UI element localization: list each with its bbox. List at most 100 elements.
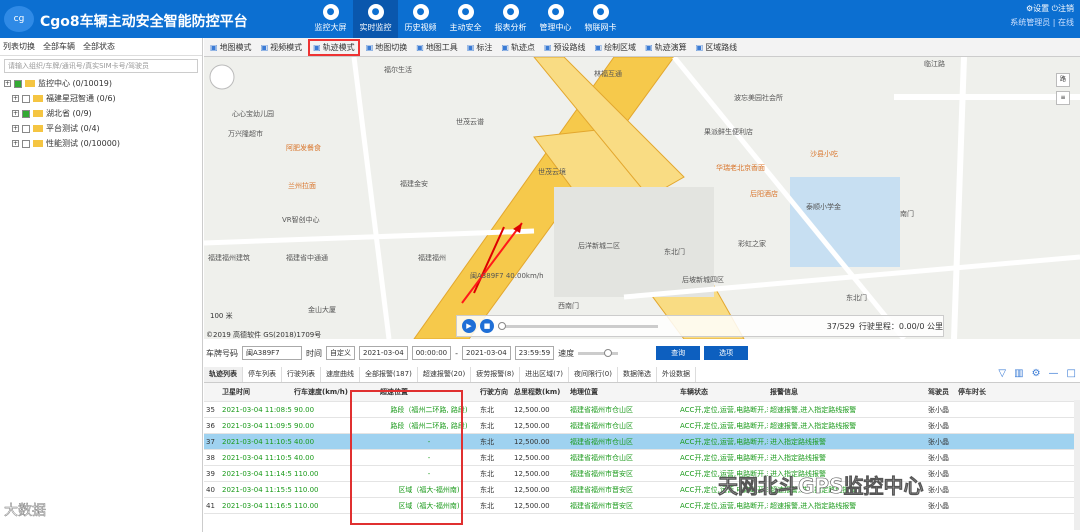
minimize-icon[interactable]: — xyxy=(1049,368,1059,379)
nav-item-4[interactable]: ● 报表分析 xyxy=(488,0,533,38)
speed-slider[interactable] xyxy=(578,348,619,357)
expand-toggle-icon[interactable]: + xyxy=(12,140,19,147)
table-cell: 35 xyxy=(206,405,215,414)
expand-toggle-icon[interactable]: + xyxy=(12,95,19,102)
tab-6[interactable]: 疲劳报警(8) xyxy=(471,367,521,382)
table-row[interactable]: 40 2021-03-04 11:15:55 110.00 区域（福大-福州南) 东北 1… xyxy=(204,482,1080,498)
nav-item-5[interactable]: ● 管理中心 xyxy=(533,0,578,38)
app-title: Cgo8车辆主动安全智能防控平台 xyxy=(40,14,248,30)
map-tool-6[interactable]: ▣ 轨迹点 xyxy=(498,41,538,54)
tab-4[interactable]: 全部报警(187) xyxy=(360,367,418,382)
tree-node[interactable]: + 福建星冠智通 (0/6) xyxy=(0,91,202,106)
tree-node-label: 湖北省 (0/9) xyxy=(46,109,92,118)
map-tool-10[interactable]: ▣ 区域路线 xyxy=(693,41,741,54)
mileage-readout: 行驶里程：0.00/0 公里 xyxy=(858,321,943,331)
map-tool-icon: ▣ xyxy=(416,42,424,52)
tree-node[interactable]: + 湖北省 (0/9) xyxy=(0,106,202,121)
plate-label: 车牌号码 xyxy=(206,348,238,358)
left-tool-0[interactable]: 列表切换 xyxy=(3,41,35,52)
expand-toggle-icon[interactable]: + xyxy=(12,125,19,132)
table-scrollbar[interactable] xyxy=(1074,400,1080,530)
map-tool-3[interactable]: ▣ 地图切换 xyxy=(363,41,411,54)
map-tool-7[interactable]: ▣ 预设路线 xyxy=(541,41,589,54)
time-mode-select[interactable]: 自定义 xyxy=(326,346,355,360)
left-tool-2[interactable]: 全部状态 xyxy=(83,41,115,52)
map-tool-5[interactable]: ▣ 标注 xyxy=(464,41,496,54)
nav-item-3[interactable]: ● 主动安全 xyxy=(443,0,488,38)
table-row[interactable]: 41 2021-03-04 11:16:55 110.00 区域（福大-福州南) 东北 1… xyxy=(204,498,1080,514)
columns-icon[interactable]: ▥ xyxy=(1014,368,1023,379)
map-tool-8[interactable]: ▣ 绘制区域 xyxy=(592,41,640,54)
tree-checkbox[interactable] xyxy=(22,94,30,103)
left-tool-1[interactable]: 全部车辆 xyxy=(43,41,75,52)
nav-label: 主动安全 xyxy=(449,23,482,32)
nav-item-2[interactable]: ● 历史视频 xyxy=(398,0,443,38)
tree-checkbox[interactable] xyxy=(22,124,30,133)
tab-7[interactable]: 进出区域(7) xyxy=(520,367,570,382)
table-row[interactable]: 36 2021-03-04 11:09:55 90.00 路段（福州二环路, 路段) 东… xyxy=(204,418,1080,434)
tab-2[interactable]: 行驶列表 xyxy=(282,367,321,382)
map-tool-9[interactable]: ▣ 轨迹演算 xyxy=(642,41,690,54)
tree-node[interactable]: + 性能测试 (0/10000) xyxy=(0,136,202,151)
map-poi-label: 福建省中通通 xyxy=(286,254,328,262)
map-tool-label: 地图工具 xyxy=(425,42,458,52)
tab-8[interactable]: 夜间限行(0) xyxy=(569,367,618,382)
road-condition-icon[interactable]: 路 xyxy=(1056,73,1070,87)
play-icon[interactable]: ▶ xyxy=(462,319,476,333)
table-row[interactable]: 39 2021-03-04 11:14:55 110.00- 东北 12,500.00 福… xyxy=(204,466,1080,482)
maximize-icon[interactable]: □ xyxy=(1067,368,1076,379)
track-table: 卫星时间 行车速度(km/h) 超速位置 行驶方向 总里程数(km) 地理位置 车辆状态 报警… xyxy=(204,383,1080,532)
tree-node[interactable]: + 监控中心 (0/10019) xyxy=(0,76,202,91)
options-button[interactable]: 选项 xyxy=(704,346,749,360)
nav-item-0[interactable]: ● 监控大屏 xyxy=(308,0,353,38)
tab-0[interactable]: 轨迹列表 xyxy=(204,367,243,382)
end-date-input[interactable]: 2021-03-04 xyxy=(462,346,511,360)
table-cell: 2021-03-04 11:10:55 xyxy=(222,437,292,446)
plate-input[interactable]: 闽A389F7 xyxy=(242,346,302,360)
table-cell: ACC开,定位,运营,电路断开,车门加锁, xyxy=(680,437,768,446)
query-button[interactable]: 查询 xyxy=(656,346,701,360)
start-time-input[interactable]: 00:00:00 xyxy=(411,346,452,360)
tab-1[interactable]: 停车列表 xyxy=(243,367,282,382)
map-poi-label: 金山大厦 xyxy=(308,306,336,314)
map-poi-label: 东北门 xyxy=(846,294,867,302)
table-cell: 12,500.00 xyxy=(514,501,550,510)
filter-icon[interactable]: ▽ xyxy=(998,368,1006,379)
expand-toggle-icon[interactable]: + xyxy=(4,80,11,87)
map-poi-label: 后洋新城二区 xyxy=(578,242,620,250)
logout-link[interactable]: 注销 xyxy=(1058,4,1074,13)
table-row[interactable]: 38 2021-03-04 11:10:55 40.00- 东北 12,500.00 福建… xyxy=(204,450,1080,466)
map-tool-1[interactable]: ▣ 视频模式 xyxy=(258,41,306,54)
playback-progress-slider[interactable] xyxy=(498,321,658,330)
table-row[interactable]: 35 2021-03-04 11:08:59 90.00 路段（福州二环路, 路段) 东… xyxy=(204,402,1080,418)
map-tool-2[interactable]: ▣ 轨迹模式 xyxy=(308,38,360,56)
nav-item-6[interactable]: ● 物联网卡 xyxy=(578,0,623,38)
map-controls: 路 ≡ xyxy=(1056,73,1070,109)
gear-icon[interactable]: ⚙ xyxy=(1032,368,1041,379)
tree-node[interactable]: + 平台测试 (0/4) xyxy=(0,121,202,136)
settings-link[interactable]: 设置 xyxy=(1033,4,1049,13)
playback-counter: 37/529 xyxy=(826,321,855,331)
nav-item-1[interactable]: ● 实时监控 xyxy=(353,0,398,38)
column-header: 卫星时间 xyxy=(222,388,250,396)
start-date-input[interactable]: 2021-03-04 xyxy=(359,346,408,360)
table-cell: 福建省福州市晋安区 xyxy=(570,501,633,510)
tree-checkbox[interactable] xyxy=(22,139,30,148)
tab-10[interactable]: 外设数据 xyxy=(657,367,696,382)
tab-5[interactable]: 超速报警(20) xyxy=(418,367,472,382)
stop-icon[interactable]: ■ xyxy=(480,319,494,333)
map-view[interactable]: 福尔生活 林福互通 临江路 心心宝幼儿园 世茂云谱 波忘美园社会所 万兴隆超市 果派鲜生便利店… xyxy=(204,57,1080,339)
table-cell: 12,500.00 xyxy=(514,469,550,478)
map-tool-4[interactable]: ▣ 地图工具 xyxy=(413,41,461,54)
tree-search-input[interactable]: 请输入组织/车牌/通讯号/真实SIM卡号/驾驶员 xyxy=(4,59,198,73)
table-row[interactable]: 37 2021-03-04 11:10:55 40.00- 东北 12,500.00 福建… xyxy=(204,434,1080,450)
tab-9[interactable]: 数据筛选 xyxy=(618,367,657,382)
expand-toggle-icon[interactable]: + xyxy=(12,110,19,117)
tab-3[interactable]: 速度曲线 xyxy=(321,367,360,382)
map-tool-label: 轨迹模式 xyxy=(322,42,355,52)
map-tool-0[interactable]: ▣ 地图模式 xyxy=(207,41,255,54)
layers-icon[interactable]: ≡ xyxy=(1056,91,1070,105)
tree-checkbox[interactable] xyxy=(22,109,30,118)
tree-checkbox[interactable] xyxy=(14,79,22,88)
end-time-input[interactable]: 23:59:59 xyxy=(514,346,555,360)
